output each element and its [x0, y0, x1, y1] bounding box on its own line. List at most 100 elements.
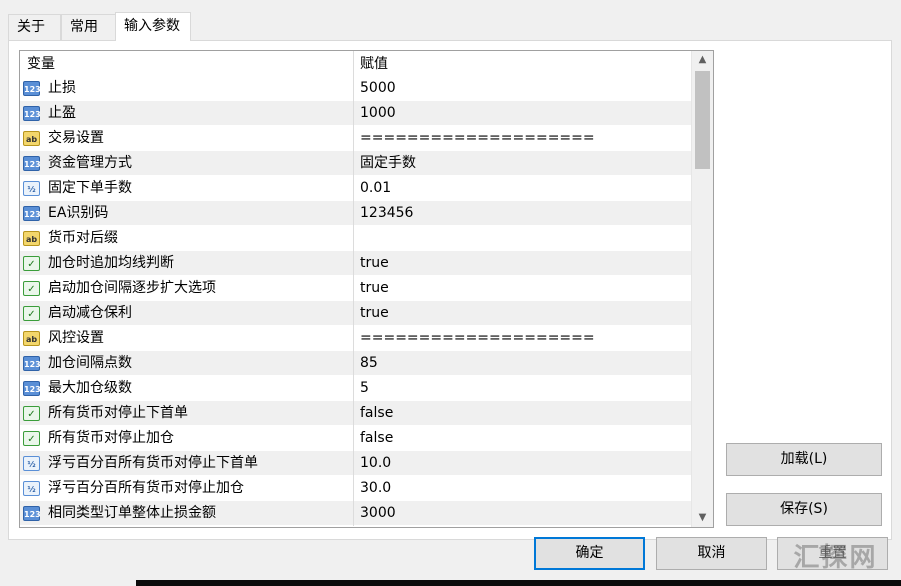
- variable-cell[interactable]: ✓ 启动加仓间隔逐步扩大选项: [20, 276, 354, 301]
- parameter-row[interactable]: ✓ 启动加仓间隔逐步扩大选项 true: [20, 276, 691, 301]
- parameter-row[interactable]: 123 最大加仓级数 5: [20, 376, 691, 401]
- variable-cell[interactable]: 123 止盈: [20, 101, 354, 126]
- cancel-button[interactable]: 取消: [656, 537, 767, 570]
- tab-common[interactable]: 常用: [61, 14, 116, 40]
- parameter-row[interactable]: ✓ 启动减仓保利 true: [20, 301, 691, 326]
- value-cell[interactable]: true: [360, 301, 389, 326]
- string-type-icon: ab: [23, 331, 40, 346]
- value-cell[interactable]: 固定手数: [360, 151, 416, 176]
- tab-input-parameters[interactable]: 输入参数: [115, 12, 191, 41]
- parameter-row[interactable]: ½ 浮亏百分百所有货币对停止下首单 10.0: [20, 451, 691, 476]
- variable-name: 所有货币对停止下首单: [48, 405, 188, 421]
- parameter-row[interactable]: ✓ 加仓时追加均线判断 true: [20, 251, 691, 276]
- value-cell[interactable]: 5000: [360, 76, 396, 101]
- variable-name: 风控设置: [48, 330, 104, 346]
- scroll-up-icon[interactable]: ▲: [692, 51, 713, 69]
- parameter-row[interactable]: ✓ 所有货币对停止加仓 false: [20, 426, 691, 451]
- value-cell[interactable]: 5: [360, 376, 369, 401]
- parameter-row[interactable]: 123 资金管理方式 固定手数: [20, 151, 691, 176]
- value-cell[interactable]: 0.01: [360, 176, 391, 201]
- variable-name: 浮亏百分百所有货币对停止下首单: [48, 455, 258, 471]
- variable-cell[interactable]: ½ 浮亏百分百所有货币对停止下首单: [20, 451, 354, 476]
- header-value[interactable]: 赋值: [360, 51, 388, 76]
- integer-type-icon: 123: [23, 106, 41, 121]
- parameter-row[interactable]: ½ 浮亏百分百所有货币对停止加仓 30.0: [20, 476, 691, 501]
- value-cell[interactable]: ====================: [360, 326, 595, 351]
- value-cell[interactable]: 1000: [360, 101, 396, 126]
- boolean-type-icon: ✓: [23, 431, 40, 446]
- value-cell[interactable]: false: [360, 426, 393, 451]
- variable-name: 加仓间隔点数: [48, 355, 132, 371]
- variable-name: 所有货币对停止加仓: [48, 430, 174, 446]
- ok-button[interactable]: 确定: [534, 537, 645, 570]
- load-button[interactable]: 加载(L): [726, 443, 882, 476]
- variable-name: 浮亏百分百所有货币对停止加仓: [48, 480, 244, 496]
- variable-name: 加仓时追加均线判断: [48, 255, 174, 271]
- value-cell[interactable]: false: [360, 401, 393, 426]
- integer-type-icon: 123: [23, 156, 41, 171]
- parameter-row[interactable]: 123 相同类型订单整体止损金额 3000: [20, 501, 691, 526]
- variable-cell[interactable]: 123 止损: [20, 76, 354, 101]
- parameter-row[interactable]: 123 加仓间隔点数 85: [20, 351, 691, 376]
- parameter-row[interactable]: ✓ 所有货币对停止下首单 false: [20, 401, 691, 426]
- variable-cell[interactable]: ½ 浮亏百分百所有货币对停止加仓: [20, 476, 354, 501]
- variable-cell[interactable]: 123 相同类型订单整体止损金额: [20, 501, 354, 526]
- string-type-icon: ab: [23, 131, 40, 146]
- boolean-type-icon: ✓: [23, 406, 40, 421]
- integer-type-icon: 123: [23, 206, 41, 221]
- parameter-row[interactable]: 123 止盈 1000: [20, 101, 691, 126]
- value-cell[interactable]: 123456: [360, 201, 413, 226]
- parameter-row[interactable]: ab 货币对后缀: [20, 226, 691, 251]
- integer-type-icon: 123: [23, 381, 41, 396]
- header-variable[interactable]: 变量: [27, 51, 55, 78]
- tab-about[interactable]: 关于: [8, 14, 61, 40]
- integer-type-icon: 123: [23, 81, 41, 96]
- value-cell[interactable]: 30.0: [360, 476, 391, 501]
- variable-cell[interactable]: 123 EA识别码: [20, 201, 354, 226]
- variable-cell[interactable]: ½ 固定下单手数: [20, 176, 354, 201]
- variable-cell[interactable]: 123 加仓间隔点数: [20, 351, 354, 376]
- scroll-thumb[interactable]: [695, 71, 710, 169]
- parameter-row[interactable]: ab 交易设置 ====================: [20, 126, 691, 151]
- variable-cell[interactable]: ✓ 启动减仓保利: [20, 301, 354, 326]
- variable-name: 启动减仓保利: [48, 305, 132, 321]
- boolean-type-icon: ✓: [23, 256, 40, 271]
- parameter-grid[interactable]: 变量 赋值 123 止损 5000 123 止盈 1000 ab 交易设置 ==========…: [19, 50, 714, 528]
- tab-bar: 关于 常用 输入参数: [0, 0, 901, 41]
- value-cell[interactable]: true: [360, 276, 389, 301]
- variable-cell[interactable]: ✓ 所有货币对停止下首单: [20, 401, 354, 426]
- variable-cell[interactable]: ✓ 所有货币对停止加仓: [20, 426, 354, 451]
- save-button[interactable]: 保存(S): [726, 493, 882, 526]
- parameter-row[interactable]: ½ 固定下单手数 0.01: [20, 176, 691, 201]
- value-cell[interactable]: ====================: [360, 126, 595, 151]
- variable-cell[interactable]: 123 最大加仓级数: [20, 376, 354, 401]
- scroll-down-icon[interactable]: ▼: [692, 509, 713, 527]
- background-strip: [136, 580, 901, 586]
- variable-cell[interactable]: ab 风控设置: [20, 326, 354, 351]
- parameter-row[interactable]: 123 止损 5000: [20, 76, 691, 101]
- variable-cell[interactable]: 123 资金管理方式: [20, 151, 354, 176]
- value-cell[interactable]: true: [360, 251, 389, 276]
- parameter-row[interactable]: ab 风控设置 ====================: [20, 326, 691, 351]
- string-type-icon: ab: [23, 231, 40, 246]
- boolean-type-icon: ✓: [23, 281, 40, 296]
- integer-type-icon: 123: [23, 356, 41, 371]
- double-type-icon: ½: [23, 456, 40, 471]
- variable-name: EA识别码: [48, 205, 109, 221]
- variable-name: 交易设置: [48, 130, 104, 146]
- value-cell[interactable]: 3000: [360, 501, 396, 526]
- integer-type-icon: 123: [23, 506, 41, 521]
- variable-name: 相同类型订单整体止损金额: [48, 505, 216, 521]
- variable-cell[interactable]: ab 交易设置: [20, 126, 354, 151]
- variable-name: 资金管理方式: [48, 155, 132, 171]
- value-cell[interactable]: 85: [360, 351, 378, 376]
- variable-name: 止损: [48, 80, 76, 96]
- variable-cell[interactable]: ✓ 加仓时追加均线判断: [20, 251, 354, 276]
- parameter-row[interactable]: 123 EA识别码 123456: [20, 201, 691, 226]
- grid-header-row: 变量 赋值: [20, 51, 691, 76]
- variable-cell[interactable]: ab 货币对后缀: [20, 226, 354, 251]
- vertical-scrollbar[interactable]: ▲ ▼: [691, 51, 713, 527]
- value-cell[interactable]: 10.0: [360, 451, 391, 476]
- header-variable-cell: 变量: [20, 51, 354, 76]
- double-type-icon: ½: [23, 481, 40, 496]
